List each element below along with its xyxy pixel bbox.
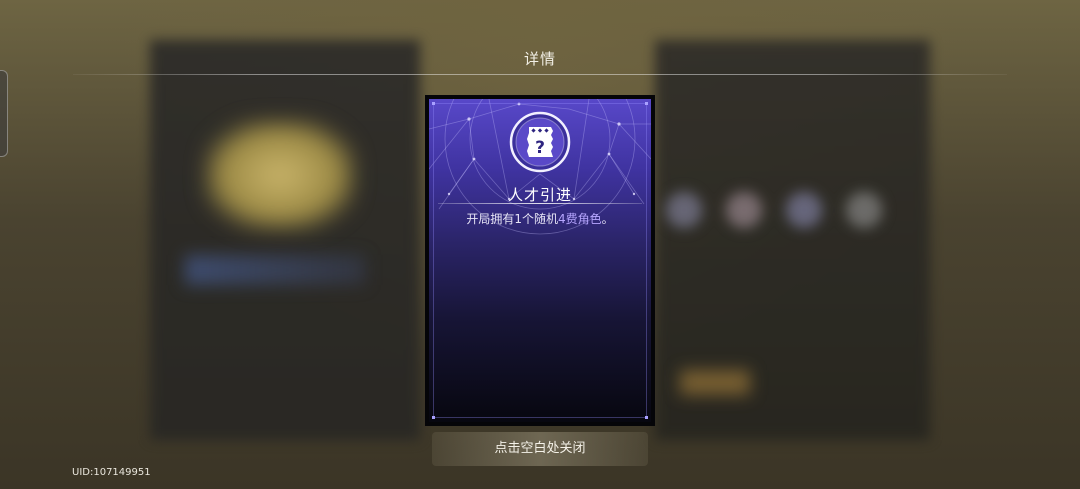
background-panel-left (150, 40, 420, 440)
card-corner-ornament (432, 416, 435, 419)
card-corner-ornament (645, 102, 648, 105)
background-character-portraits (660, 180, 900, 240)
close-hint-button[interactable]: 点击空白处关闭 (432, 432, 648, 466)
card-corner-ornament (645, 416, 648, 419)
side-tab-handle[interactable] (0, 70, 8, 157)
background-blue-label (185, 255, 365, 285)
detail-card: ? 人才引进 开局拥有1个随机4费角色。 (425, 95, 655, 426)
card-corner-ornament (432, 102, 435, 105)
background-gold-emblem (205, 120, 355, 230)
page-title: 详情 (523, 50, 556, 68)
card-inner-frame (433, 103, 647, 418)
user-id-label: UID:107149951 (72, 467, 151, 478)
background-orange-button (680, 370, 750, 395)
header-divider (73, 74, 1007, 75)
